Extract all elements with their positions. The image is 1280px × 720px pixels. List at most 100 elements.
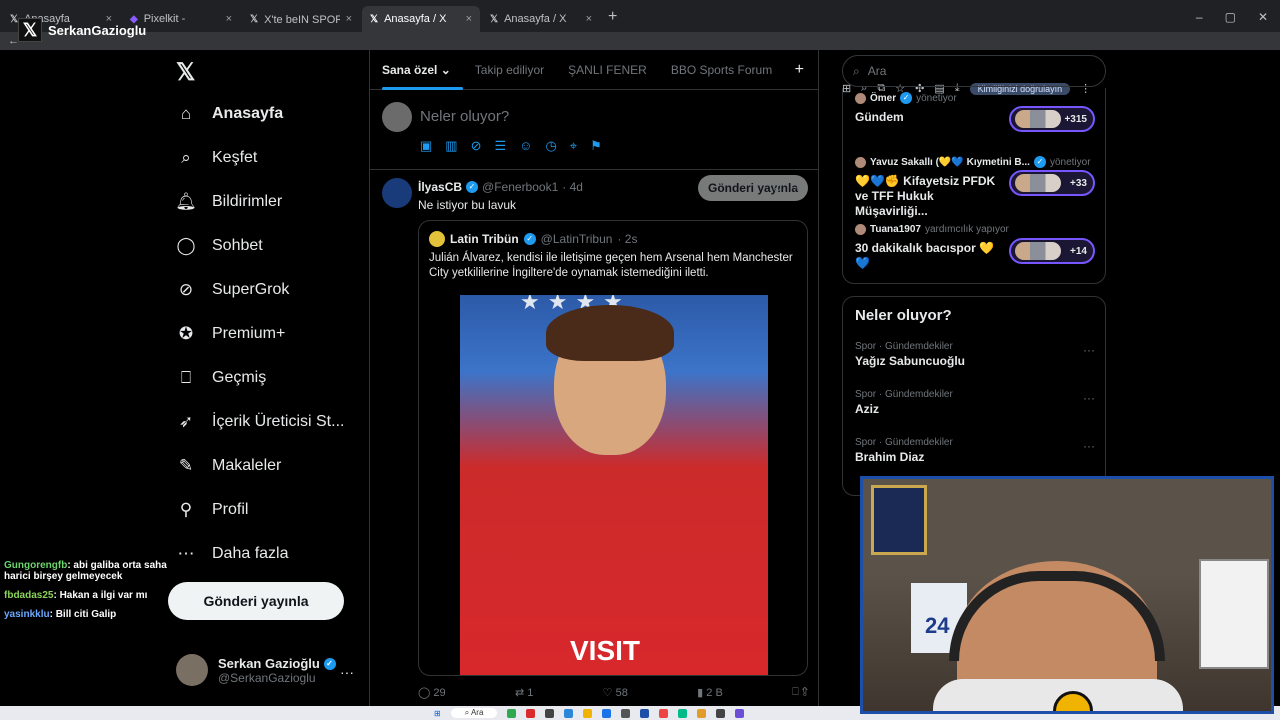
add-tab-icon[interactable]: + [795, 61, 818, 79]
maximize-icon[interactable]: ▢ [1225, 10, 1236, 24]
compose-input[interactable]: Neler oluyor? [420, 108, 509, 125]
schedule-icon[interactable]: ◷ [545, 138, 556, 154]
club-frame [871, 485, 927, 555]
app-icon[interactable] [583, 708, 593, 718]
tab-following[interactable]: Takip ediliyor [463, 63, 556, 77]
close-icon[interactable]: × [586, 13, 592, 25]
app-icon[interactable] [602, 708, 612, 718]
nav-item-explore[interactable]: ⌕ Keşfet [176, 148, 257, 168]
chat-icon: ◯ [176, 236, 196, 255]
close-icon[interactable]: × [226, 13, 232, 25]
player-hair [546, 305, 674, 361]
person-icon: ⚲ [179, 500, 193, 519]
search-input[interactable]: ⌕ Ara [842, 55, 1106, 87]
more-icon[interactable]: ··· [794, 180, 806, 194]
webcam-overlay: 24 [860, 476, 1274, 714]
x-logo-icon: 𝕏 [490, 13, 499, 25]
gif-icon[interactable]: ▥ [445, 138, 457, 154]
close-window-icon[interactable]: ✕ [1258, 10, 1268, 24]
more-icon[interactable]: ··· [1083, 391, 1095, 405]
share-icon[interactable]: ⇪ [802, 686, 808, 698]
space-listeners[interactable]: +14 [1009, 238, 1095, 264]
location-icon[interactable]: ⌖ [570, 138, 577, 154]
minimize-icon[interactable]: – [1196, 10, 1203, 24]
nav-item-chat[interactable]: ◯ Sohbet [176, 236, 262, 256]
app-icon[interactable] [735, 708, 745, 718]
app-icon[interactable] [507, 708, 517, 718]
close-icon[interactable]: × [346, 13, 352, 25]
app-icon[interactable] [697, 708, 707, 718]
trend-item[interactable]: Spor · Gündemdekiler Yağız Sabuncuoğlu ·… [855, 341, 1095, 368]
more-icon[interactable]: ··· [1083, 343, 1095, 357]
emoji-icon[interactable]: ☺ [519, 138, 532, 154]
x-logo-icon[interactable]: 𝕏 [176, 58, 195, 87]
trends-title: Neler oluyor? [855, 307, 952, 324]
app-icon[interactable] [545, 708, 555, 718]
poll-icon[interactable]: ☰ [495, 138, 507, 154]
stream-chat: Gungorengfb: abi galiba orta saha harici… [4, 560, 194, 628]
space-listeners[interactable]: +33 [1009, 170, 1095, 196]
app-icon[interactable] [716, 708, 726, 718]
nav-item-home[interactable]: ⌂ Anasayfa [176, 104, 283, 124]
app-icon[interactable] [678, 708, 688, 718]
search-icon: ⌕ [853, 63, 860, 78]
new-tab-button[interactable]: + [600, 8, 625, 32]
more-icon[interactable]: ··· [1083, 439, 1095, 453]
tab-for-you[interactable]: Sana özel ⌄ [370, 63, 463, 90]
avatar[interactable] [382, 178, 412, 208]
space-item[interactable]: Yavuz Sakallı (💛💙 Kıymetini B... ✓ yönetiy… [855, 156, 1095, 219]
account-switcher[interactable]: Serkan Gazioğlu ✓ @SerkanGazioglu ··· [176, 654, 354, 686]
repost-button[interactable]: ⇄ 1 [515, 686, 533, 699]
browser-tab-active[interactable]: 𝕏 Anasayfa / X × [362, 6, 480, 32]
avatar [429, 231, 445, 247]
avatar [855, 92, 866, 104]
taskbar-search[interactable]: ⌕ Ara [450, 708, 498, 718]
grok-icon[interactable]: ⊘ [772, 180, 782, 194]
tweet-photo[interactable]: ★★★★ VISIT [460, 295, 768, 675]
space-item[interactable]: Tuana1907 yardımcılık yapıyor 30 dakikalı… [855, 224, 1095, 271]
space-item[interactable]: Ömer ✓ yönetiyor Gündem +315 [855, 92, 1095, 132]
views-button[interactable]: ▮ 2 B [697, 686, 723, 699]
nav-item-creator-studio[interactable]: ➶ İçerik Üreticisi St... [176, 412, 345, 432]
tweet-text: Ne istiyor bu lavuk [418, 198, 517, 212]
start-icon[interactable]: ⊞ [434, 709, 441, 718]
trend-item[interactable]: Spor · Gündemdekiler Aziz ··· [855, 389, 1095, 416]
nav-item-supergrok[interactable]: ⊘ SuperGrok [176, 280, 290, 300]
trend-item[interactable]: Spor · Gündemdekiler Brahim Diaz ··· [855, 437, 1095, 464]
tweet-author-name[interactable]: İlyasCB [418, 180, 462, 194]
chat-message: Gungorengfb: abi galiba orta saha harici… [4, 560, 167, 582]
browser-tab[interactable]: 𝕏X'te beIN SPORTS Türkiye: "😀 ...× [242, 6, 360, 32]
verified-badge-icon: ✓ [323, 658, 336, 671]
tab-sanli-fener[interactable]: ŞANLI FENER [556, 63, 659, 77]
bookmark-button[interactable]: ⎕ ⇪ [792, 686, 808, 699]
space-listeners[interactable]: +315 [1009, 106, 1095, 132]
quoted-tweet[interactable]: Latin Tribün ✓ @LatinTribun · 2s Julián … [418, 220, 808, 676]
app-icon[interactable] [640, 708, 650, 718]
listener-avatars [1015, 110, 1061, 128]
nav-item-premium[interactable]: ✪ Premium+ [176, 324, 285, 344]
tab-bbo-sports-forum[interactable]: BBO Sports Forum [659, 63, 784, 77]
tweet-time[interactable]: · 4d [562, 180, 583, 194]
tweet-author-handle[interactable]: @Fenerbook1 [482, 180, 558, 194]
space-title: Gündem [855, 110, 904, 124]
nav-item-notifications[interactable]: 🔔︎ Bildirimler [175, 192, 282, 212]
timeline: Sana özel ⌄ Takip ediliyor ŞANLI FENER B… [369, 50, 819, 720]
like-button[interactable]: ♡ 58 [603, 686, 628, 699]
grok-icon[interactable]: ⊘ [471, 138, 482, 154]
app-icon[interactable] [526, 708, 536, 718]
image-icon[interactable]: ▣ [420, 138, 432, 154]
app-icon[interactable] [621, 708, 631, 718]
repost-icon: ⇄ [514, 687, 525, 699]
app-icon[interactable] [659, 708, 669, 718]
more-icon[interactable]: ··· [340, 664, 354, 680]
post-button[interactable]: Gönderi yayınla [168, 582, 344, 620]
window-controls: – ▢ ✕ [1184, 10, 1280, 32]
reply-button[interactable]: ◯ 29 [418, 686, 446, 699]
nav-item-bookmarks[interactable]: ⎕ Geçmiş [176, 368, 266, 388]
close-icon[interactable]: × [466, 13, 472, 25]
nav-item-profile[interactable]: ⚲ Profil [176, 500, 249, 520]
nav-item-articles[interactable]: ✎ Makaleler [176, 456, 281, 476]
browser-tab[interactable]: 𝕏 Anasayfa / X × [482, 6, 600, 32]
app-icon[interactable] [564, 708, 574, 718]
flag-icon[interactable]: ⚑ [590, 138, 602, 154]
